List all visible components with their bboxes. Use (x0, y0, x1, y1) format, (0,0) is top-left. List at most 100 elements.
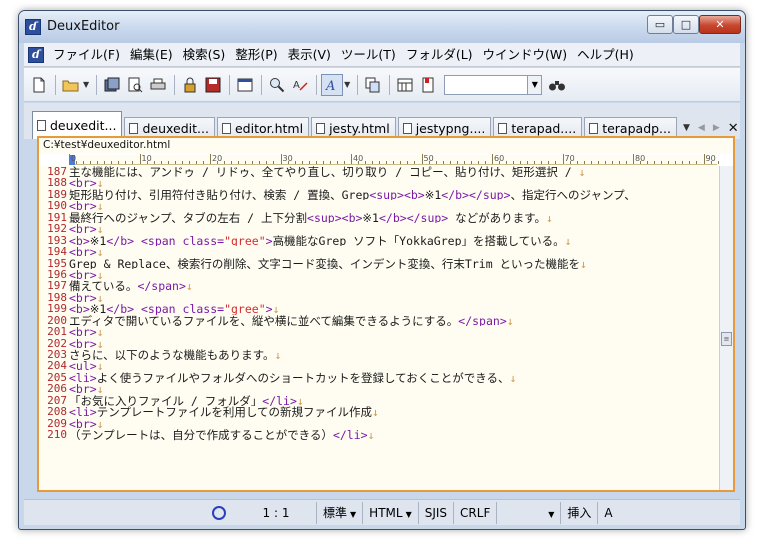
search-combo[interactable]: ▼ (444, 74, 543, 95)
code-line[interactable]: 190 <br>↓ (39, 200, 719, 212)
binoculars-icon[interactable] (546, 74, 568, 96)
code-line[interactable]: 205 <li>よく使うファイルやフォルダへのショートカットを登録しておくことがで… (39, 371, 719, 383)
code-line[interactable]: 210 （テンプレートは、自分で作成することができる）</li>↓ (39, 428, 719, 440)
deuxeditor-app-icon[interactable]: ɗ (25, 19, 41, 35)
status-encoding[interactable]: SJIS (417, 501, 453, 524)
line-text: <br>↓ (69, 383, 104, 395)
new-file-icon[interactable] (28, 74, 50, 96)
code-line[interactable]: 196 <br>↓ (39, 268, 719, 280)
ruler-tick (315, 161, 317, 164)
line-text: 主な機能には、アンドゥ / リドゥ、全てやり直し、切り取り / コピー、貼り付け… (69, 166, 586, 178)
chevron-down-icon[interactable]: ▼ (527, 75, 542, 94)
code-line[interactable]: 194 <br>↓ (39, 245, 719, 257)
print-icon[interactable] (147, 74, 169, 96)
menu-folder[interactable]: フォルダ(L) (401, 44, 478, 66)
menu-app-icon[interactable]: ɗ (28, 46, 44, 63)
calendar-icon[interactable] (394, 74, 416, 96)
status-insert-mode[interactable]: 挿入 (560, 501, 597, 524)
ruler-label: 70 (564, 154, 575, 163)
code-line[interactable]: 197 備えている。</span>↓ (39, 280, 719, 292)
document-icon (402, 123, 412, 134)
menu-format[interactable]: 整形(P) (230, 44, 282, 66)
menu-tools[interactable]: ツール(T) (336, 44, 401, 66)
ruler-tick (294, 161, 296, 164)
code-text-area[interactable]: 187 主な機能には、アンドゥ / リドゥ、全てやり直し、切り取り / コピー、貼… (39, 166, 719, 490)
code-line[interactable]: 192 <br>↓ (39, 222, 719, 234)
ruler-tick (703, 154, 705, 164)
code-line[interactable]: 209 <br>↓ (39, 417, 719, 430)
menu-search[interactable]: 検索(S) (178, 44, 231, 66)
ruler-tick (343, 161, 345, 164)
open-folder-icon[interactable] (60, 74, 82, 96)
code-line[interactable]: 208 <li>テンプレートファイルを利用しての新規ファイル作成↓ (39, 405, 719, 419)
title-bar[interactable]: ɗ DeuxEditor ▭ □ ✕ (19, 11, 745, 43)
scrollbar-thumb[interactable]: ≡ (721, 332, 732, 346)
code-line[interactable]: 199 <b>※1</b> <span class="gree">↓ (39, 303, 719, 315)
menu-window[interactable]: ウインドウ(W) (478, 44, 573, 66)
search-icon[interactable] (266, 74, 288, 96)
ruler-label: 0 (71, 154, 77, 163)
code-line[interactable]: 201 <br>↓ (39, 325, 719, 337)
menu-view[interactable]: 表示(V) (283, 44, 336, 66)
code-line[interactable]: 188 <br>↓ (39, 177, 719, 189)
line-text: 最終行へのジャンプ、タブの左右 / 上下分割<sup><b>※1</b></su… (69, 211, 553, 224)
close-button[interactable]: ✕ (699, 15, 741, 34)
document-icon (221, 123, 231, 134)
code-line[interactable]: 191 最終行へのジャンプ、タブの左右 / 上下分割<sup><b>※1</b><… (39, 211, 719, 224)
code-line[interactable]: 193 <b>※1</b> <span class="gree">高機能なGrep… (39, 234, 719, 246)
tab-scroll-right-icon[interactable]: ▶ (709, 123, 724, 133)
tab-scroll-left-icon[interactable]: ◀ (694, 123, 709, 133)
status-style-selector[interactable]: 標準 ▼ (316, 501, 362, 524)
ruler-tick (414, 161, 416, 164)
ruler-label: 50 (423, 154, 434, 163)
ruler-tick (555, 161, 557, 164)
code-line[interactable]: 204 <ul>↓ (39, 360, 719, 372)
code-line[interactable]: 206 <br>↓ (39, 383, 719, 395)
status-extra-selector[interactable]: ▼ (496, 501, 560, 524)
font-icon[interactable]: A (321, 73, 344, 96)
bookmark-icon[interactable] (417, 74, 439, 96)
ruler-label: 90 (705, 154, 716, 163)
line-text: <br>↓ (69, 417, 104, 430)
ruler-tick (308, 161, 310, 164)
ruler-tick (125, 161, 127, 164)
toolbar-separator (261, 74, 263, 95)
document-icon (37, 120, 46, 131)
ruler-tick (252, 161, 254, 164)
code-line[interactable]: 202 <br>↓ (39, 337, 719, 349)
close-tab-icon[interactable]: ✕ (724, 121, 743, 136)
editor-pane[interactable]: C:¥test¥deuxeditor.html 0 10 20 30 40 50 60 70 8… (37, 136, 735, 492)
minimize-button[interactable]: ▭ (647, 15, 673, 34)
copy-icon[interactable] (362, 74, 384, 96)
save-icon[interactable] (202, 74, 224, 96)
open-dropdown-arrow-icon[interactable]: ▼ (83, 80, 89, 89)
code-line[interactable]: 200 エディタで開いているファイルを、縦や横に並べて編集できるようにする。</s… (39, 314, 719, 326)
maximize-button[interactable]: □ (673, 15, 699, 34)
tab-list-dropdown-icon[interactable]: ▼ (679, 123, 694, 133)
code-line[interactable]: 189 矩形貼り付け、引用符付き貼り付け、検索 / 置換、Grep<sup><b>… (39, 188, 719, 200)
lock-icon[interactable] (179, 74, 201, 96)
code-line[interactable]: 207 「お気に入りファイル / フォルダ」</li>↓ (39, 394, 719, 406)
code-line[interactable]: 187 主な機能には、アンドゥ / リドゥ、全てやり直し、切り取り / コピー、貼… (39, 166, 719, 178)
line-number: 208 (47, 405, 67, 419)
ruler-tick (449, 161, 451, 164)
status-ime[interactable]: A (597, 501, 618, 524)
window-icon[interactable] (234, 74, 256, 96)
print-preview-icon[interactable] (124, 74, 146, 96)
code-line[interactable]: 195 Grep & Replace、検索行の削除、文字コード変換、インデント変換… (39, 257, 719, 269)
menu-file[interactable]: ファイル(F) (48, 44, 125, 66)
ruler-tick (668, 161, 670, 164)
window-title: DeuxEditor (47, 19, 120, 34)
menu-edit[interactable]: 編集(E) (125, 44, 178, 66)
spell-icon[interactable]: A (289, 74, 311, 96)
tab-deuxeditor-1[interactable]: deuxedit... (32, 111, 123, 139)
status-mode-selector[interactable]: HTML ▼ (362, 501, 418, 524)
save-all-icon[interactable] (101, 74, 123, 96)
status-line-ending[interactable]: CRLF (453, 501, 496, 524)
font-dropdown-arrow-icon[interactable]: ▼ (344, 80, 350, 89)
vertical-scrollbar[interactable]: ≡ (719, 166, 733, 490)
code-line[interactable]: 198 <br>↓ (39, 291, 719, 303)
menu-help[interactable]: ヘルプ(H) (572, 44, 639, 66)
line-text: <br>↓ (69, 337, 104, 349)
code-line[interactable]: 203 さらに、以下のような機能もあります。↓ (39, 348, 719, 360)
